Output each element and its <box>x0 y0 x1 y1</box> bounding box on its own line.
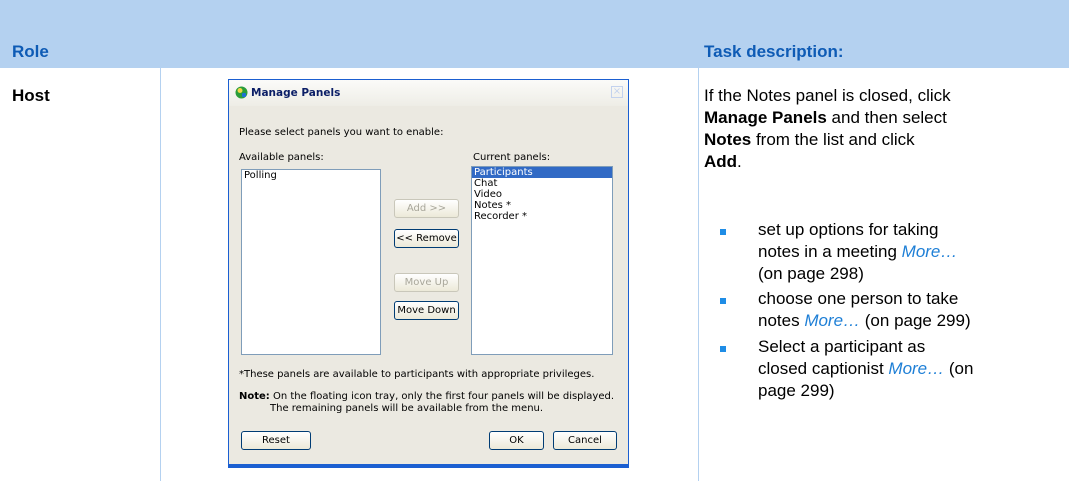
dialog-prompt: Please select panels you want to enable: <box>239 127 444 138</box>
task-bullet-3: Select a participant as closed captionis… <box>758 336 1063 402</box>
remove-button[interactable]: << Remove <box>394 229 459 248</box>
note-label: Note: <box>239 391 270 402</box>
panels-footnote: *These panels are available to participa… <box>239 369 595 380</box>
bullet-text: notes in a meeting <box>758 242 902 261</box>
available-panels-label: Available panels: <box>239 152 324 163</box>
task-text: . <box>737 152 742 171</box>
more-link[interactable]: More… <box>804 311 860 330</box>
more-link[interactable]: More… <box>888 359 944 378</box>
dialog-titlebar: Manage Panels × <box>229 80 628 106</box>
cancel-button[interactable]: Cancel <box>553 431 617 450</box>
column-divider <box>698 68 699 481</box>
bullet-text: closed captionist <box>758 359 889 378</box>
note-text: Note: On the floating icon tray, only th… <box>239 391 614 402</box>
column-divider <box>160 68 161 481</box>
current-panels-list[interactable]: Participants Chat Video Notes * Recorder… <box>471 166 613 355</box>
notes-term: Notes <box>704 130 752 149</box>
task-text: If the Notes panel is closed, click <box>704 86 951 105</box>
manage-panels-dialog: Manage Panels × Please select panels you… <box>228 79 629 468</box>
page-reference: (on <box>944 359 974 378</box>
manage-panels-term: Manage Panels <box>704 108 827 127</box>
role-column-header: Role <box>12 42 49 61</box>
add-button[interactable]: Add >> <box>394 199 459 218</box>
available-panels-list[interactable]: Polling <box>241 169 381 355</box>
bullet-icon <box>720 298 726 304</box>
page-reference: (on page 299) <box>860 311 971 330</box>
ok-button[interactable]: OK <box>489 431 544 450</box>
bullet-text: Select a participant as <box>758 337 926 356</box>
reset-button[interactable]: Reset <box>241 431 311 450</box>
task-text: from the list and click <box>751 130 915 149</box>
note-line-1: On the floating icon tray, only the firs… <box>273 391 615 402</box>
bullet-icon <box>720 229 726 235</box>
current-panels-label: Current panels: <box>473 152 551 163</box>
dialog-title: Manage Panels <box>251 87 341 99</box>
list-item[interactable]: Chat <box>472 178 612 189</box>
move-up-button[interactable]: Move Up <box>394 273 459 292</box>
task-text: and then select <box>826 108 947 127</box>
app-icon <box>235 86 248 99</box>
page-reference: (on page 298) <box>758 264 864 283</box>
close-icon[interactable]: × <box>611 86 623 98</box>
list-item[interactable]: Polling <box>242 170 380 181</box>
task-column-header: Task description: <box>704 42 844 61</box>
list-item[interactable]: Recorder * <box>472 211 612 222</box>
move-down-button[interactable]: Move Down <box>394 301 459 320</box>
bullet-icon <box>720 346 726 352</box>
task-intro: If the Notes panel is closed, click Mana… <box>704 85 1064 173</box>
note-line-2: The remaining panels will be available f… <box>270 403 544 414</box>
bullet-text: set up options for taking <box>758 220 939 239</box>
bullet-text: choose one person to take <box>758 289 959 308</box>
task-bullet-1: set up options for taking notes in a mee… <box>758 219 1063 285</box>
list-item[interactable]: Video <box>472 189 612 200</box>
role-value: Host <box>12 86 50 105</box>
table-header-row <box>0 0 1069 68</box>
add-term: Add <box>704 152 738 171</box>
task-bullet-2: choose one person to take notes More… (o… <box>758 288 1063 332</box>
list-item[interactable]: Notes * <box>472 200 612 211</box>
bullet-text: notes <box>758 311 805 330</box>
more-link[interactable]: More… <box>902 242 958 261</box>
list-item[interactable]: Participants <box>472 167 612 178</box>
page-reference: page 299) <box>758 381 835 400</box>
